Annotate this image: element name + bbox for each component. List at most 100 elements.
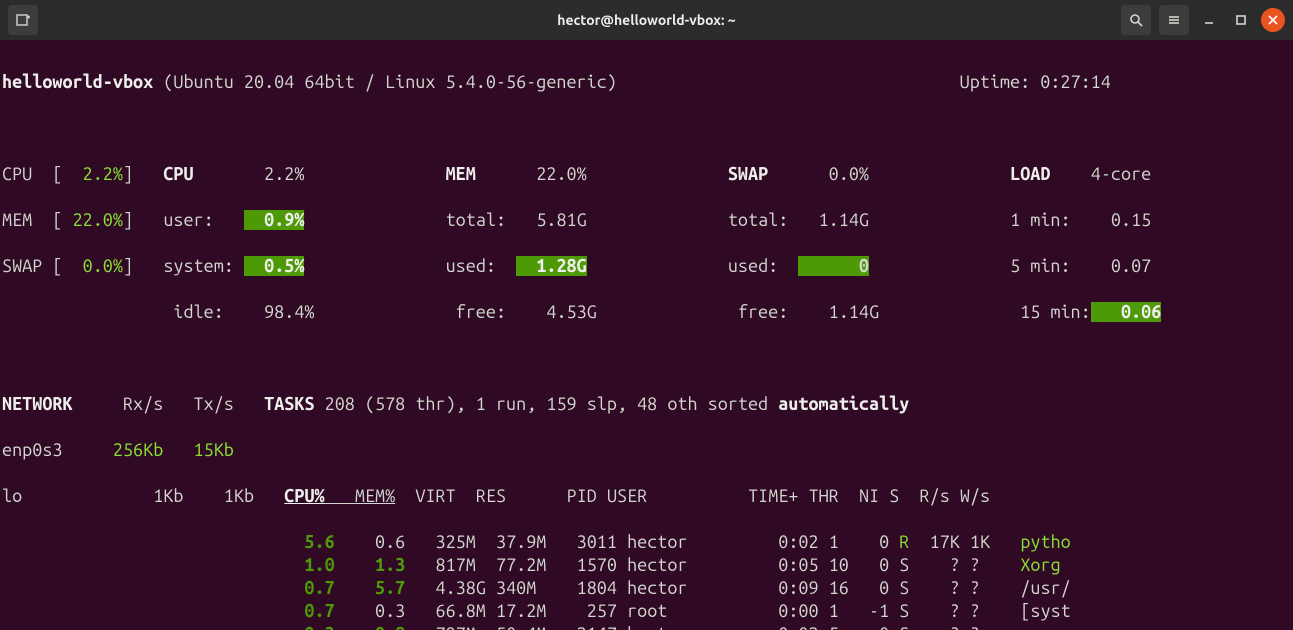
cell-command: pytho [1020,532,1070,552]
cpu-idle-label: idle: [173,302,223,322]
swap-title: SWAP [728,164,768,184]
cell-time: 0:05 [728,555,819,575]
tasks-sort-mode: automatically [778,394,909,414]
net-tasks-header: NETWORK Rx/s Tx/s TASKS 208 (578 thr), 1… [2,393,1283,416]
swap-used-val: 0 [798,256,869,276]
sum-swap-label: SWAP [ [2,256,62,276]
cell-cpu: 0.7 [304,578,344,598]
cell-rs: 17K [919,532,959,552]
cell-cpu: 1.0 [304,555,344,575]
table-row[interactable]: 5.6 0.6 325M 37.9M 3011 hector 0:02 1 0 … [2,531,1283,554]
cpu-total: 2.2% [234,164,305,184]
iface-name: enp0s3 [2,440,62,460]
col-cpu[interactable]: CPU% [284,486,324,506]
cell-user: root [627,601,728,621]
cell-mem: 5.7 [375,578,415,598]
cell-ni: 0 [859,624,889,630]
close-button[interactable] [1261,8,1285,32]
cell-thr: 1 [829,601,859,621]
col-res[interactable]: RES [476,486,506,506]
col-s[interactable]: S [889,486,899,506]
sum-swap-pct: 0.0% [62,256,122,276]
table-row[interactable]: 1.0 1.3 817M 77.2M 1570 hector 0:05 10 0… [2,554,1283,577]
tasks-sorted-label: sorted [708,394,779,414]
cell-state: S [899,578,909,598]
cell-command: Xorg [1020,555,1060,575]
table-row[interactable]: 0.7 5.7 4.38G 340M 1804 hector 0:09 16 0… [2,577,1283,600]
col-ws[interactable]: W/s [960,486,990,506]
network-title: NETWORK [2,394,73,414]
cell-rs: ? [919,578,959,598]
cell-command: [syst [1020,601,1070,621]
cell-res: 50.4M [496,624,546,630]
cell-ws: ? [970,555,990,575]
cell-mem: 0.8 [375,624,415,630]
menu-button[interactable] [1159,5,1189,35]
cell-virt: 797M [435,624,485,630]
network-rx-hdr: Rx/s [123,394,163,414]
stats-row-1: CPU [ 2.2%] CPU 2.2% MEM 22.0% SWAP 0.0%… [2,163,1283,186]
line-header: helloworld-vbox (Ubuntu 20.04 64bit / Li… [2,71,1283,94]
process-list: 5.6 0.6 325M 37.9M 3011 hector 0:02 1 0 … [2,531,1283,630]
load-15min-label: 15 min: [1020,302,1091,322]
col-pid[interactable]: PID [567,486,597,506]
cell-pid: 257 [567,601,617,621]
col-ni[interactable]: NI [859,486,879,506]
sum-mem-pct: 22.0% [62,210,122,230]
cell-thr: 1 [829,532,859,552]
minimize-button[interactable] [1197,8,1221,32]
blank-line [2,117,1283,140]
net-row-1: enp0s3 256Kb 15Kb [2,439,1283,462]
swap-total-pct: 0.0% [798,164,869,184]
network-tx-hdr: Tx/s [194,394,234,414]
swap-free-label: free: [738,302,788,322]
cell-ni: 0 [859,532,889,552]
col-thr[interactable]: THR [809,486,839,506]
terminal-content[interactable]: helloworld-vbox (Ubuntu 20.04 64bit / Li… [0,40,1293,630]
load-5min-val: 0.07 [1081,256,1152,276]
cell-command: gnome [1020,624,1070,630]
col-time[interactable]: TIME+ [748,486,798,506]
net-row-2-and-proc-header: lo 1Kb 1Kb CPU% MEM% VIRT RES PID USER T… [2,485,1283,508]
cell-user: hector [627,555,728,575]
cpu-user-label: user: [163,210,213,230]
iface-rx: 1Kb [133,486,183,506]
bracket: ] [123,164,133,184]
table-row[interactable]: 0.3 0.8 797M 50.4M 2147 hector 0:02 5 0 … [2,623,1283,630]
cell-ni: 0 [859,578,889,598]
bracket: ] [123,256,133,276]
tasks-summary: 208 (578 thr), 1 run, 159 slp, 48 oth [315,394,708,414]
blank-line [2,347,1283,370]
load-core: 4-core [1091,164,1151,184]
cell-res: 340M [496,578,546,598]
cell-ni: 0 [859,555,889,575]
iface-tx: 1Kb [204,486,254,506]
col-mem[interactable]: MEM% [355,486,395,506]
cpu-title: CPU [163,164,193,184]
mem-total-label: total: [446,210,506,230]
col-user[interactable]: USER [607,486,647,506]
col-rs[interactable]: R/s [920,486,950,506]
cell-ws: ? [970,601,990,621]
cell-pid: 3011 [567,532,617,552]
cell-state: S [899,624,909,630]
table-row[interactable]: 0.7 0.3 66.8M 17.2M 257 root 0:00 1 -1 S… [2,600,1283,623]
cell-mem: 0.6 [375,532,415,552]
cell-res: 37.9M [496,532,546,552]
col-virt[interactable]: VIRT [415,486,455,506]
cell-res: 77.2M [496,555,546,575]
cell-virt: 4.38G [435,578,485,598]
cell-time: 0:00 [728,601,819,621]
cell-mem: 1.3 [375,555,415,575]
stats-row-3: SWAP [ 0.0%] system: 0.5% used: 1.28G us… [2,255,1283,278]
cell-user: hector [627,578,728,598]
search-button[interactable] [1121,5,1151,35]
hostname: helloworld-vbox [2,72,153,92]
new-tab-button[interactable] [8,5,38,35]
cell-cpu: 0.3 [304,624,344,630]
maximize-button[interactable] [1229,8,1253,32]
cell-ws: ? [970,578,990,598]
mem-used-val: 1.28G [516,256,587,276]
cpu-user-val: 0.9% [244,210,304,230]
window-titlebar: hector@helloworld-vbox: ~ [0,0,1293,40]
